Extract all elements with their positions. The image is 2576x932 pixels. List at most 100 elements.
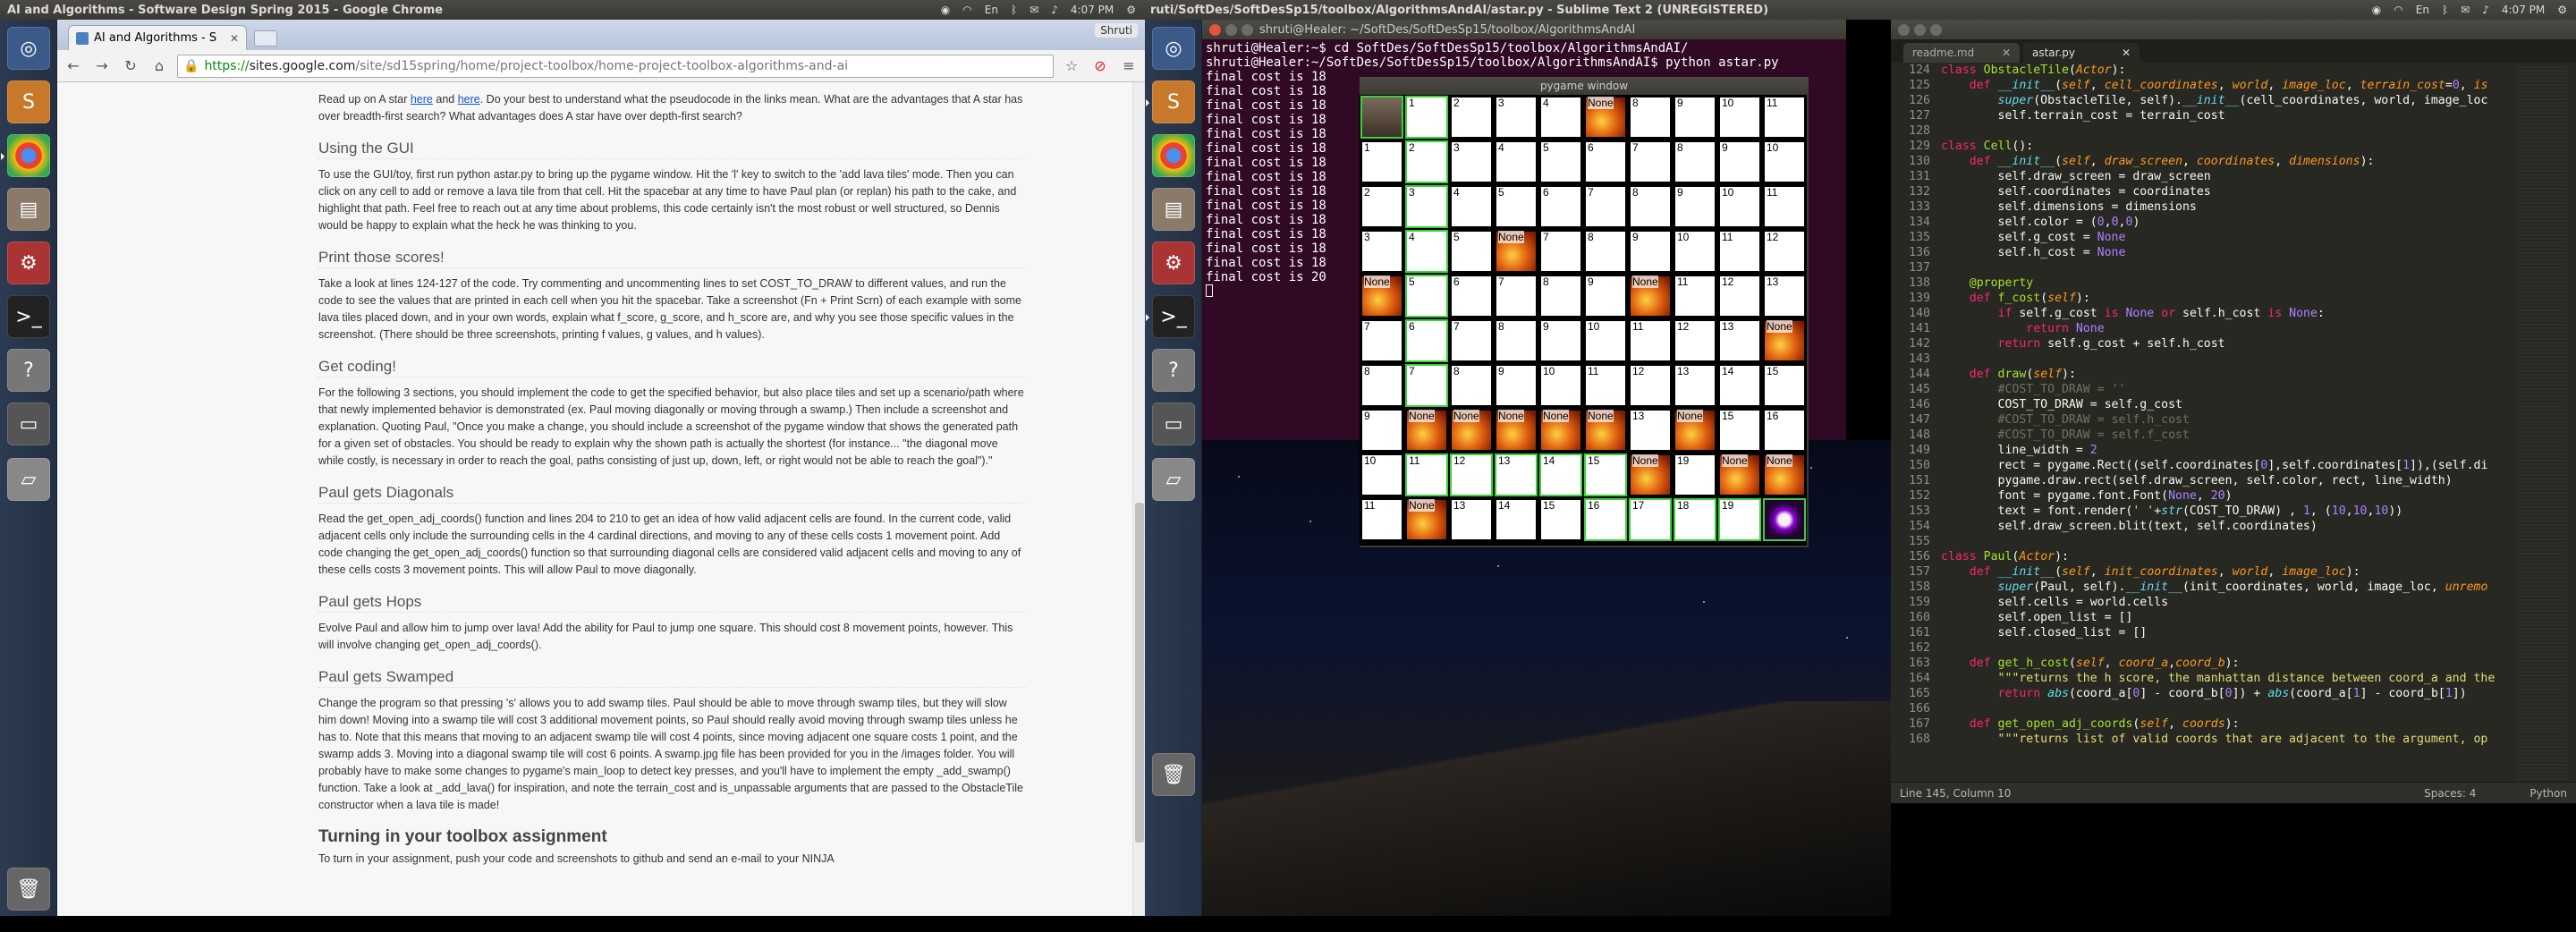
grid-cell[interactable]: 12 xyxy=(1763,230,1806,273)
grid-cell[interactable]: 11 xyxy=(1763,96,1806,139)
grid-cell[interactable]: 8 xyxy=(1360,364,1403,407)
grid-cell[interactable]: 15 xyxy=(1584,453,1627,496)
grid-cell[interactable]: 15 xyxy=(1763,364,1806,407)
bluetooth-icon[interactable]: ᛒ xyxy=(2442,4,2448,16)
clock[interactable]: 4:07 PM xyxy=(2502,4,2545,16)
grid-cell[interactable]: 10 xyxy=(1584,319,1627,362)
lava-tile-cell[interactable]: None xyxy=(1539,409,1582,452)
grid-cell[interactable]: 5 xyxy=(1539,140,1582,183)
address-bar[interactable]: 🔒 https://sites.google.com/site/sd15spri… xyxy=(177,54,1054,78)
grid-cell[interactable]: 8 xyxy=(1629,185,1672,228)
profile-button[interactable]: Shruti xyxy=(1095,23,1138,38)
grid-cell[interactable]: 14 xyxy=(1718,364,1761,407)
page-scrollbar[interactable] xyxy=(1132,82,1145,916)
terminal-launcher-icon[interactable]: >_ xyxy=(1146,295,1195,338)
reload-button[interactable]: ↻ xyxy=(120,55,141,77)
close-window-icon[interactable] xyxy=(1209,24,1221,36)
grid-cell[interactable]: 13 xyxy=(1674,364,1716,407)
drive-icon[interactable]: ▱ xyxy=(7,458,50,501)
volume-icon[interactable]: ♪ xyxy=(1051,4,1058,16)
help-icon[interactable]: ? xyxy=(1152,349,1195,392)
grid-cell[interactable]: 9 xyxy=(1718,140,1761,183)
lava-tile-cell[interactable]: None xyxy=(1584,96,1627,139)
close-window-icon[interactable] xyxy=(1898,24,1910,36)
grid-cell[interactable]: 12 xyxy=(1718,275,1761,318)
grid-cell[interactable]: 11 xyxy=(1674,275,1716,318)
settings-icon[interactable]: ⚙ xyxy=(1152,241,1195,284)
grid-cell[interactable]: 8 xyxy=(1450,364,1493,407)
grid-cell[interactable]: 2 xyxy=(1405,140,1448,183)
mail-icon[interactable]: ✉ xyxy=(1030,4,1038,16)
grid-cell[interactable]: 16 xyxy=(1584,498,1627,541)
close-tab-icon[interactable]: ✕ xyxy=(230,32,239,45)
grid-cell[interactable]: 10 xyxy=(1763,140,1806,183)
lava-tile-cell[interactable]: None xyxy=(1674,409,1716,452)
grid-cell[interactable]: 6 xyxy=(1405,319,1448,362)
grid-cell[interactable]: 8 xyxy=(1495,319,1538,362)
grid-cell[interactable]: 11 xyxy=(1629,319,1672,362)
browser-tab[interactable]: AI and Algorithms - S ✕ xyxy=(68,25,247,50)
close-tab-icon[interactable]: ✕ xyxy=(2122,47,2131,59)
grid-cell[interactable]: 18 xyxy=(1674,498,1716,541)
grid-cell[interactable]: 10 xyxy=(1360,453,1403,496)
lava-tile-cell[interactable]: None xyxy=(1495,230,1538,273)
link-here-2[interactable]: here xyxy=(458,93,480,106)
grid-cell[interactable]: 17 xyxy=(1629,498,1672,541)
storage-icon[interactable]: ▭ xyxy=(7,402,50,445)
grid-cell[interactable]: 11 xyxy=(1584,364,1627,407)
code-editor[interactable]: 124 class ObstacleTile(Actor): 125 def __… xyxy=(1891,63,2517,778)
grid-cell[interactable]: 13 xyxy=(1718,319,1761,362)
help-icon[interactable]: ? xyxy=(7,349,50,392)
grid-cell[interactable]: 8 xyxy=(1674,140,1716,183)
grid-cell[interactable]: 10 xyxy=(1539,364,1582,407)
grid-cell[interactable]: 19 xyxy=(1718,498,1761,541)
lava-tile-cell[interactable]: None xyxy=(1360,275,1403,318)
maximize-window-icon[interactable] xyxy=(1930,24,1942,36)
minimize-window-icon[interactable] xyxy=(1225,24,1237,36)
dash-icon[interactable]: ◎ xyxy=(1152,27,1195,70)
pygame-window[interactable]: pygame window 1 2 3 4 None 8 9 10 11 1 2 3 4 5 6 7 8 9 10 2… xyxy=(1360,77,1809,547)
bookmark-star-icon[interactable]: ☆ xyxy=(1061,55,1082,77)
grid-cell[interactable]: 9 xyxy=(1629,230,1672,273)
close-tab-icon[interactable]: ✕ xyxy=(2002,47,2011,59)
grid-cell[interactable]: 13 xyxy=(1495,453,1538,496)
grid-cell[interactable]: 11 xyxy=(1360,498,1403,541)
grid-cell[interactable]: 5 xyxy=(1450,230,1493,273)
grid-cell[interactable]: 5 xyxy=(1405,275,1448,318)
tab-readme[interactable]: readme.md ✕ xyxy=(1903,43,2020,63)
grid-cell[interactable]: 19 xyxy=(1674,453,1716,496)
lava-tile-cell[interactable]: None xyxy=(1450,409,1493,452)
chrome-launcher-icon[interactable] xyxy=(1,134,50,177)
grid-cell[interactable]: 7 xyxy=(1450,319,1493,362)
storage-icon[interactable]: ▭ xyxy=(1152,402,1195,445)
keyboard-layout[interactable]: En xyxy=(985,4,998,16)
lava-tile-cell[interactable]: None xyxy=(1718,453,1761,496)
grid-cell[interactable]: 9 xyxy=(1674,96,1716,139)
minimize-window-icon[interactable] xyxy=(1914,24,1926,36)
grid-cell[interactable]: 14 xyxy=(1495,498,1538,541)
scrollbar-thumb[interactable] xyxy=(1135,503,1144,843)
cake-goal-cell[interactable] xyxy=(1763,498,1806,541)
trash-icon[interactable]: 🗑 xyxy=(7,868,50,911)
dash-icon[interactable]: ◎ xyxy=(7,27,50,70)
maximize-window-icon[interactable] xyxy=(1241,24,1253,36)
grid-cell[interactable]: 15 xyxy=(1718,409,1761,452)
grid-cell[interactable]: 9 xyxy=(1584,275,1627,318)
lava-tile-cell[interactable]: None xyxy=(1763,319,1806,362)
grid-cell[interactable]: 5 xyxy=(1495,185,1538,228)
grid-cell[interactable]: 7 xyxy=(1539,230,1582,273)
grid-cell[interactable]: 16 xyxy=(1763,409,1806,452)
grid-cell[interactable]: 13 xyxy=(1763,275,1806,318)
grid-cell[interactable]: 8 xyxy=(1539,275,1582,318)
new-tab-button[interactable] xyxy=(254,30,277,47)
menu-icon[interactable]: ≡ xyxy=(1118,55,1140,77)
grid-cell[interactable]: 12 xyxy=(1629,364,1672,407)
chrome-launcher-icon[interactable] xyxy=(1152,134,1195,177)
grid-cell[interactable]: 4 xyxy=(1450,185,1493,228)
tab-astar[interactable]: astar.py ✕ xyxy=(2023,43,2140,63)
extension-icon[interactable]: ⊘ xyxy=(1089,55,1111,77)
grid-cell[interactable]: 1 xyxy=(1405,96,1448,139)
chrome-tray-icon[interactable]: ◉ xyxy=(2372,4,2381,16)
wifi-icon[interactable]: ◠ xyxy=(2394,4,2402,16)
files-icon[interactable]: ▤ xyxy=(7,188,50,231)
